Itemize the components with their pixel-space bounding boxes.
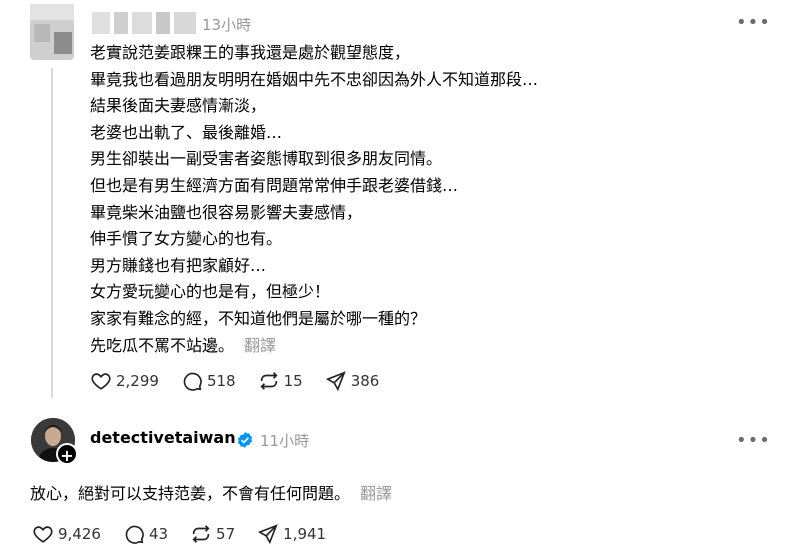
share-button[interactable]: 386 [325,370,380,392]
post-line: 家家有難念的經，不知道他們是屬於哪一種的？ [90,308,427,328]
post-actions: 2,299 518 15 386 [90,370,401,392]
repost-button[interactable]: 15 [258,370,303,392]
heart-icon [33,526,53,543]
share-count: 386 [350,372,380,390]
send-icon [325,371,346,392]
more-options-icon[interactable]: ••• [736,12,771,33]
reply-actions: 9,426 43 57 1,941 [32,523,348,545]
post-body: 老實說范姜跟粿王的事我還是處於觀望態度， 畢竟我也看過朋友明明在婚姻中先不忠卻因… [90,40,730,359]
comment-button[interactable]: 518 [181,370,236,392]
repost-icon [192,525,210,543]
reply-text: 放心，絕對可以支持范姜，不會有任何問題。 [30,484,351,503]
share-button[interactable]: 1,941 [257,523,326,545]
reply-username[interactable]: detectivetaiwan [90,428,236,447]
like-button[interactable]: 9,426 [32,523,101,545]
blurred-avatar[interactable] [30,4,74,60]
post-line: 老婆也出軌了、最後離婚… [90,122,283,142]
translate-link[interactable]: 翻譯 [360,484,392,503]
comment-count: 518 [206,372,236,390]
post-line: 但也是有男生經濟方面有問題常常伸手跟老婆借錢… [90,175,459,195]
reply-timestamp[interactable]: 11小時 [260,430,309,451]
post-line: 女方愛玩變心的也是有，但極少！ [90,282,331,302]
post-line: 畢竟我也看過朋友明明在婚姻中先不忠卻因為外人不知道那段… [90,69,539,89]
post-line: 老實說范姜跟粿王的事我還是處於觀望態度， [90,43,411,62]
post-line: 先吃瓜不罵不站邊。 [90,335,235,355]
comment-icon [183,372,202,391]
repost-icon [260,372,278,390]
post-timestamp[interactable]: 13小時 [202,14,251,35]
send-icon [257,524,278,545]
blurred-username[interactable] [92,12,196,34]
post-line: 結果後面夫妻感情漸淡， [90,96,267,116]
comment-icon [125,525,144,544]
like-count: 9,426 [58,525,101,543]
follow-plus-icon[interactable]: + [56,443,78,465]
heart-icon [91,373,111,390]
share-count: 1,941 [283,525,327,543]
repost-count: 15 [283,372,303,390]
comment-button[interactable]: 43 [123,523,168,545]
reply-body: 放心，絕對可以支持范姜，不會有任何問題。 翻譯 [30,480,392,504]
post-line-last: 先吃瓜不罵不站邊。 翻譯 [90,333,730,360]
thread-line [51,68,53,398]
post-line: 男方賺錢也有把家顧好… [90,255,267,275]
translate-link[interactable]: 翻譯 [244,336,276,355]
reply-more-options-icon[interactable]: ••• [736,430,771,451]
like-count: 2,299 [116,372,159,390]
verified-badge-icon [237,432,253,448]
repost-button[interactable]: 57 [190,523,235,545]
like-button[interactable]: 2,299 [90,370,159,392]
post-line: 畢竟柴米油鹽也很容易影響夫妻感情， [90,202,363,222]
post-line: 伸手慣了女方變心的也有。 [90,229,283,249]
post-line: 男生卻裝出一副受害者姿態博取到很多朋友同情。 [90,149,443,169]
repost-count: 57 [216,525,236,543]
comment-count: 43 [148,525,169,543]
